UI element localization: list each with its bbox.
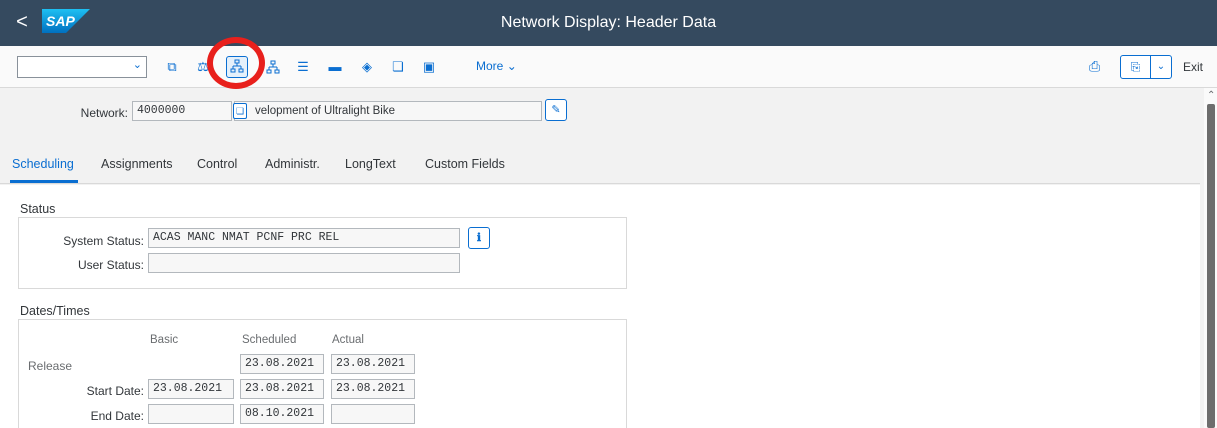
layout-icon[interactable]: ⎘ [1121, 56, 1151, 78]
user-status-field[interactable] [148, 253, 460, 273]
end-date-scheduled-field: 08.10.2021 [240, 404, 324, 424]
end-date-basic-field[interactable] [148, 404, 234, 424]
start-date-label: Start Date: [86, 384, 144, 398]
exit-button[interactable]: Exit [1183, 60, 1203, 74]
copy-pages-icon[interactable]: ❏ [389, 58, 407, 76]
more-button[interactable]: More ⌄ [476, 59, 517, 73]
system-status-field: ACAS MANC NMAT PCNF PRC REL [148, 228, 460, 248]
network-description-field[interactable]: velopment of Ultralight Bike [234, 101, 542, 121]
dates-group-title: Dates/Times [20, 304, 90, 318]
command-field[interactable]: ⌄ [17, 56, 147, 78]
print-icon[interactable]: ⎙ [1089, 58, 1100, 75]
scrollbar-thumb[interactable] [1207, 104, 1215, 428]
start-date-scheduled-field: 23.08.2021 [240, 379, 324, 399]
release-actual-field: 23.08.2021 [331, 354, 415, 374]
tab-longtext[interactable]: LongText [345, 157, 396, 171]
column-actual: Actual [332, 334, 364, 346]
more-label: More [476, 59, 504, 73]
application-toolbar: ⌄ ⧉ ⚖ ☰ ▬ ◈ ❏ ▣ More ⌄ ⎙ ⎘ ⌄ Exit [0, 46, 1217, 88]
start-date-actual-field: 23.08.2021 [331, 379, 415, 399]
selected-tab-indicator [10, 180, 78, 183]
tab-administr[interactable]: Administr. [265, 157, 320, 171]
release-scheduled-field: 23.08.2021 [240, 354, 324, 374]
page-title: Network Display: Header Data [500, 14, 717, 31]
info-icon[interactable]: ℹ [468, 227, 490, 249]
tab-strip [0, 150, 1200, 184]
minus-bar-icon[interactable]: ▬ [326, 58, 344, 76]
network-label: Network: [80, 106, 128, 120]
tab-scheduling[interactable]: Scheduling [12, 157, 74, 171]
image-icon[interactable]: ▣ [420, 58, 438, 76]
release-label: Release [28, 359, 73, 373]
start-date-basic-field[interactable]: 23.08.2021 [148, 379, 234, 399]
tab-assignments[interactable]: Assignments [101, 157, 173, 171]
status-group-title: Status [20, 202, 56, 216]
network-structure-icon[interactable] [264, 58, 282, 76]
hierarchy-icon[interactable] [226, 56, 248, 78]
end-date-label: End Date: [90, 409, 144, 423]
layout-button[interactable]: ⎘ ⌄ [1120, 55, 1172, 79]
edit-text-icon[interactable]: ✎ [545, 99, 567, 121]
shell-bar: < SAP Network Display: Header Data [0, 0, 1217, 46]
end-date-actual-field [331, 404, 415, 424]
network-number-field[interactable]: 4000000 [132, 101, 232, 121]
network-description-text: velopment of Ultralight Bike [255, 105, 395, 117]
list-align-icon[interactable]: ☰ [294, 58, 312, 76]
system-status-label: System Status: [63, 234, 144, 248]
cube-icon[interactable]: ◈ [358, 58, 376, 76]
column-basic: Basic [150, 334, 179, 346]
chevron-down-icon: ⌄ [506, 59, 517, 73]
copy-icon[interactable]: ⧉ [163, 58, 181, 76]
tab-control[interactable]: Control [197, 157, 237, 171]
longtext-icon[interactable]: ❏ [233, 103, 247, 119]
balance-icon[interactable]: ⚖ [194, 58, 212, 76]
chevron-down-icon[interactable]: ⌄ [1151, 56, 1171, 78]
tab-custom-fields[interactable]: Custom Fields [425, 157, 505, 171]
chevron-up-icon[interactable]: ⌃ [1207, 90, 1215, 101]
chevron-down-icon[interactable]: ⌄ [133, 58, 142, 71]
user-status-label: User Status: [77, 258, 144, 272]
column-scheduled: Scheduled [242, 334, 297, 346]
